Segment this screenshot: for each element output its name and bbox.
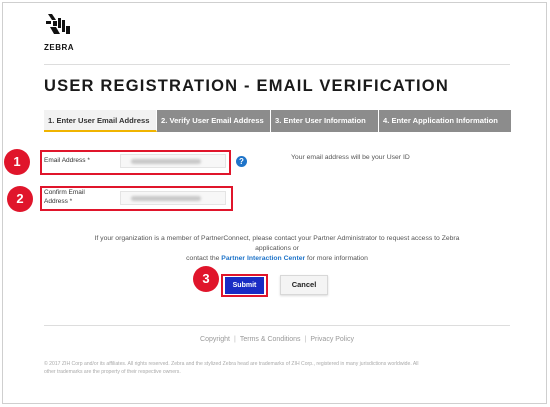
divider	[44, 64, 510, 65]
legal-line-2: other trademarks are the property of the…	[44, 369, 181, 375]
page-title: USER REGISTRATION - EMAIL VERIFICATION	[44, 77, 449, 95]
copyright-link[interactable]: Copyright	[200, 336, 230, 343]
step-marker-2: 2	[7, 186, 33, 212]
footer-divider	[44, 325, 510, 326]
legal-notice: © 2017 ZIH Corp and/or its affiliates. A…	[44, 360, 514, 376]
user-id-hint: Your email address will be your User ID	[291, 154, 410, 161]
brand-name: ZEBRA	[44, 43, 75, 52]
partner-interaction-center-link[interactable]: Partner Interaction Center	[221, 255, 305, 262]
terms-link[interactable]: Terms & Conditions	[240, 336, 301, 343]
info-line-1: If your organization is a member of Part…	[94, 235, 460, 242]
partnerconnect-info: If your organization is a member of Part…	[44, 234, 510, 264]
step-user-information[interactable]: 3. Enter User Information	[271, 110, 379, 132]
highlight-email-field	[40, 150, 231, 175]
step-verify-email[interactable]: 2. Verify User Email Address	[157, 110, 271, 132]
step-enter-email[interactable]: 1. Enter User Email Address	[44, 110, 157, 132]
info-line-3: contact the Partner Interaction Center f…	[44, 254, 510, 264]
info-line-3-suffix: for more information	[305, 255, 368, 262]
registration-steps: 1. Enter User Email Address 2. Verify Us…	[44, 110, 511, 132]
info-line-3-prefix: contact the	[186, 255, 222, 262]
help-icon[interactable]: ?	[236, 156, 247, 167]
privacy-policy-link[interactable]: Privacy Policy	[310, 336, 354, 343]
legal-line-1: © 2017 ZIH Corp and/or its affiliates. A…	[44, 361, 419, 367]
info-line-2: applications or	[255, 245, 299, 252]
footer-separator: |	[234, 336, 236, 343]
footer-separator: |	[304, 336, 307, 343]
submit-button[interactable]: Submit	[225, 277, 264, 294]
step-marker-1: 1	[4, 149, 30, 175]
step-marker-3: 3	[193, 266, 219, 292]
footer-links: Copyright | Terms & Conditions | Privacy Pol…	[44, 336, 510, 343]
step-application-information[interactable]: 4. Enter Application Information	[379, 110, 511, 132]
cancel-button[interactable]: Cancel	[280, 275, 328, 295]
highlight-confirm-email-field	[40, 186, 233, 211]
